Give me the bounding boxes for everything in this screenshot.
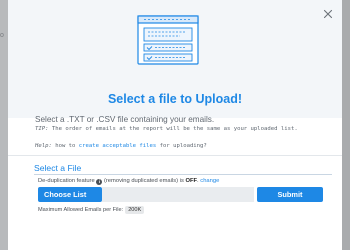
- file-name-field[interactable]: [102, 187, 254, 202]
- backdrop-text: o: [0, 32, 4, 39]
- section-underline: [34, 174, 332, 175]
- max-badge: 200K: [125, 206, 145, 214]
- choose-list-button[interactable]: Choose List: [38, 187, 102, 202]
- tip-label: TIP:: [35, 126, 49, 132]
- dedup-middle: (removing duplicated emails) is: [102, 178, 186, 184]
- tip-body: The order of emails at the report will b…: [48, 126, 298, 132]
- help-suffix: for uploading?: [156, 143, 207, 149]
- max-emails-row: Maximum Allowed Emails per File: 200K: [38, 206, 145, 214]
- help-prefix: how to: [51, 143, 79, 149]
- close-icon[interactable]: [322, 7, 334, 19]
- section-title: Select a File: [34, 163, 82, 173]
- tip-text: TIP: The order of emails at the report w…: [35, 125, 335, 133]
- dedup-separator: .: [197, 178, 199, 184]
- submit-button[interactable]: Submit: [257, 187, 323, 202]
- dedup-prefix: De-duplication feature: [38, 178, 97, 184]
- modal-subtitle: Select a .TXT or .CSV file containing yo…: [35, 115, 215, 124]
- create-files-link[interactable]: create acceptable files: [79, 143, 156, 149]
- document-list-icon: [136, 10, 200, 70]
- help-label: Help:: [35, 143, 52, 149]
- modal-title: Select a file to Upload!: [107, 92, 243, 106]
- max-label: Maximum Allowed Emails per File:: [38, 207, 124, 213]
- upload-modal: Select a file to Upload! Select a .TXT o…: [8, 0, 342, 250]
- dedup-status: OFF: [185, 178, 198, 184]
- divider: [8, 155, 342, 156]
- dedup-status-row: De-duplication feature i (removing dupli…: [38, 178, 219, 185]
- help-text: Help: how to create acceptable files for…: [35, 142, 335, 150]
- dedup-change-link[interactable]: change: [200, 178, 219, 184]
